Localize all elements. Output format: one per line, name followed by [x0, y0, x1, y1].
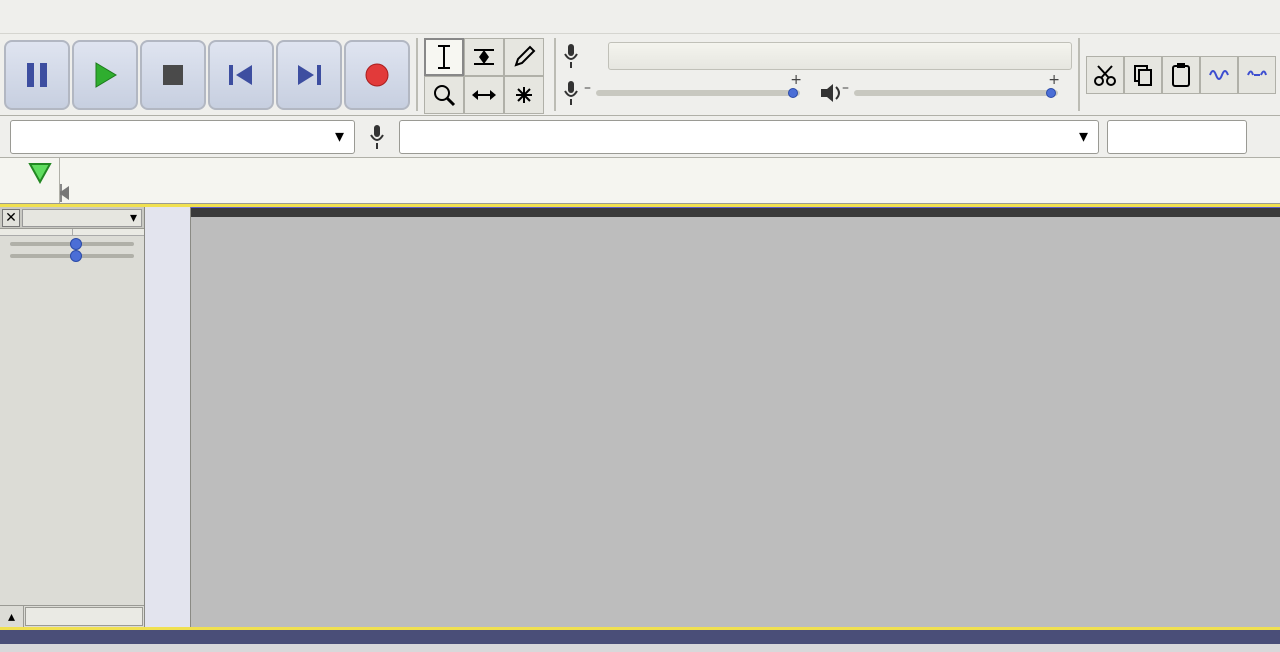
track-select-button[interactable] — [25, 607, 143, 626]
recording-volume-mic-icon — [556, 79, 586, 107]
chevron-down-icon: ▾ — [335, 126, 344, 147]
menu-bar — [0, 0, 1280, 34]
menu-view[interactable] — [82, 11, 108, 23]
silence-button[interactable] — [1238, 56, 1276, 94]
transport-controls — [4, 38, 410, 111]
audio-host-dropdown[interactable]: ▾ — [10, 120, 355, 154]
chevron-down-icon: ▾ — [1079, 126, 1088, 147]
recording-meter[interactable] — [608, 42, 1072, 70]
recording-volume-slider[interactable]: –+ — [596, 90, 800, 96]
mic-icon — [363, 123, 391, 151]
track-close-button[interactable]: ✕ — [2, 209, 20, 227]
skip-end-button[interactable] — [276, 40, 342, 110]
multi-tool[interactable] — [504, 76, 544, 114]
draw-tool[interactable] — [504, 38, 544, 76]
recording-device-dropdown[interactable]: ▾ — [399, 120, 1099, 154]
copy-button[interactable] — [1124, 56, 1162, 94]
meters-column: –+ –+ — [554, 38, 1072, 111]
recording-meter-mic-icon[interactable] — [556, 42, 586, 70]
amplitude-scale — [145, 207, 191, 627]
envelope-tool[interactable] — [464, 38, 504, 76]
menu-tools[interactable] — [238, 11, 264, 23]
pause-button[interactable] — [4, 40, 70, 110]
waveform-region[interactable] — [191, 207, 1280, 627]
waveform-svg — [191, 207, 1280, 405]
menu-file[interactable] — [4, 11, 30, 23]
menu-analyze[interactable] — [212, 11, 238, 23]
pan-slider[interactable] — [0, 248, 144, 260]
cut-button[interactable] — [1086, 56, 1124, 94]
track-name-dropdown[interactable]: ▾ — [22, 209, 142, 227]
playback-volume-slider[interactable]: –+ — [854, 90, 1058, 96]
paste-button[interactable] — [1162, 56, 1200, 94]
loop-region[interactable] — [60, 184, 62, 202]
skip-start-button[interactable] — [208, 40, 274, 110]
play-button[interactable] — [72, 40, 138, 110]
solo-button[interactable] — [73, 229, 145, 235]
trim-button[interactable] — [1200, 56, 1238, 94]
ruler-body[interactable] — [60, 158, 1280, 203]
menu-transport[interactable] — [108, 11, 134, 23]
recording-channels-dropdown[interactable] — [1107, 120, 1247, 154]
stop-button[interactable] — [140, 40, 206, 110]
gain-slider[interactable] — [0, 236, 144, 248]
menu-help[interactable] — [264, 11, 290, 23]
menu-tracks[interactable] — [134, 11, 160, 23]
zoom-tool[interactable] — [424, 76, 464, 114]
timeline-ruler[interactable] — [0, 158, 1280, 204]
track-area: ✕ ▾ ▴ — [0, 204, 1280, 630]
selection-tool[interactable] — [424, 38, 464, 76]
record-button[interactable] — [344, 40, 410, 110]
playhead-icon[interactable] — [28, 162, 54, 184]
status-bar — [0, 630, 1280, 644]
menu-edit[interactable] — [30, 11, 56, 23]
timeshift-tool[interactable] — [464, 76, 504, 114]
chevron-down-icon: ▾ — [130, 210, 137, 226]
edit-tool-group — [1078, 38, 1276, 111]
tool-palette — [416, 38, 544, 111]
menu-generate[interactable] — [160, 11, 186, 23]
menu-effect[interactable] — [186, 11, 212, 23]
track-format-info — [0, 260, 144, 272]
loop-handle-right[interactable] — [60, 186, 63, 200]
ruler-corner — [0, 158, 60, 203]
speaker-icon — [818, 82, 844, 104]
track-control-panel: ✕ ▾ ▴ — [0, 207, 145, 627]
main-toolbar: –+ –+ — [0, 34, 1280, 116]
device-toolbar: ▾ ▾ — [0, 116, 1280, 158]
track-collapse-button[interactable]: ▴ — [0, 606, 24, 627]
menu-select[interactable] — [56, 11, 82, 23]
mute-button[interactable] — [0, 229, 73, 235]
